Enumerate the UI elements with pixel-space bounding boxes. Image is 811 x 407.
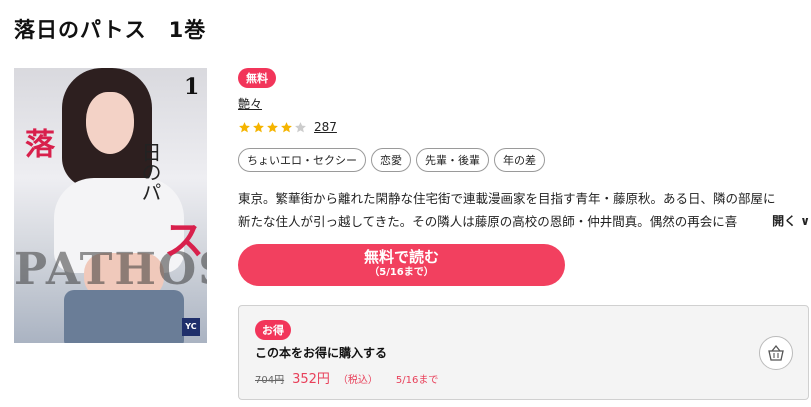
star-icon: [239, 121, 250, 132]
cover-title-chars: 日のパ: [138, 142, 162, 202]
description-line: 新たな住人が引っ越してきた。その隣人は藤原の高校の恩師・仲井間真。偶然の再会に喜: [238, 214, 738, 229]
purchase-label: この本をお得に購入する: [255, 346, 388, 360]
expand-description-button[interactable]: 開く ∨: [768, 210, 810, 233]
rating: 287: [238, 120, 337, 134]
tag-chip[interactable]: 年の差: [494, 148, 545, 172]
basket-icon: [768, 344, 784, 361]
add-to-cart-button[interactable]: [759, 336, 793, 370]
cover-art-face: [86, 92, 134, 154]
tax-note: （税込）: [337, 375, 378, 386]
book-title: 落日のパトス: [14, 18, 147, 42]
cover-art-jeans: [64, 290, 184, 343]
price-row: 704円 352円 （税込） 5/16まで: [255, 368, 438, 387]
read-free-deadline: （5/16まで）: [369, 267, 434, 278]
star-icon: [281, 121, 292, 132]
original-price: 704円: [255, 375, 285, 386]
tag-chip[interactable]: ちょいエロ・セクシー: [238, 148, 366, 172]
deal-badge: お得: [255, 320, 291, 340]
sale-deadline: 5/16まで: [395, 375, 439, 386]
volume-label: 1巻: [168, 18, 207, 42]
publisher-logo: YC: [182, 318, 200, 336]
purchase-box: お得 この本をお得に購入する 704円 352円 （税込） 5/16まで: [238, 305, 809, 400]
description-line: 東京。繁華街から離れた閑静な住宅街で連載漫画家を目指す青年・藤原秋。ある日、隣の…: [238, 191, 776, 206]
free-badge: 無料: [238, 68, 276, 88]
tag-list: ちょいエロ・セクシー 恋愛 先輩・後輩 年の差: [238, 148, 545, 172]
book-cover[interactable]: 落 日のパ 1 PATHOS ス YC: [14, 68, 207, 343]
read-free-button[interactable]: 無料で読む （5/16まで）: [238, 244, 565, 286]
sale-price: 352円: [292, 372, 330, 387]
cover-title-char-s: ス: [164, 218, 204, 264]
review-count-link[interactable]: 287: [314, 120, 337, 134]
star-icon: [267, 121, 278, 132]
author-link[interactable]: 艶々: [238, 95, 262, 112]
tag-chip[interactable]: 恋愛: [371, 148, 411, 172]
cover-volume-number: 1: [184, 74, 200, 100]
star-rating: [238, 121, 307, 134]
tag-chip[interactable]: 先輩・後輩: [416, 148, 489, 172]
read-free-label: 無料で読む: [363, 248, 439, 266]
star-icon: [295, 121, 306, 132]
description: 東京。繁華街から離れた閑静な住宅街で連載漫画家を目指す青年・藤原秋。ある日、隣の…: [238, 187, 810, 233]
page-title: 落日のパトス 1巻: [14, 14, 206, 44]
cover-title-char: 落: [19, 128, 54, 158]
description-line-truncated: 新たな住人が引っ越してきた。その隣人は藤原の高校の恩師・仲井間真。偶然の再会に喜…: [238, 210, 810, 233]
star-icon: [253, 121, 264, 132]
